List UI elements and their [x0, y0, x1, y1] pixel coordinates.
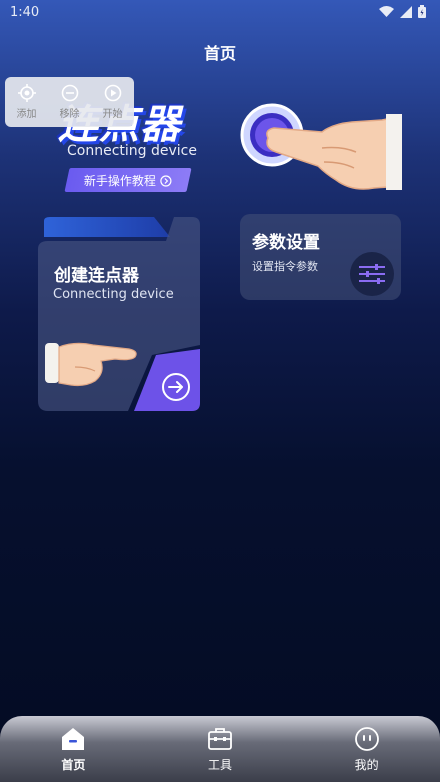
signal-icon: [400, 5, 412, 18]
status-time: 1:40: [10, 5, 40, 20]
settings-card-subtitle: 设置指令参数: [252, 260, 318, 273]
home-icon: [62, 727, 85, 750]
tool-label: 移除: [59, 109, 80, 120]
tutorial-label: 新手操作教程: [83, 173, 156, 188]
bottom-nav: 首页 工具 我的: [0, 716, 440, 782]
settings-card-title: 参数设置: [252, 233, 320, 253]
pointing-hand-icon: [266, 114, 402, 190]
chevron-right-circle-icon: [160, 174, 172, 186]
nav-item-home[interactable]: 首页: [33, 726, 113, 773]
arrow-right-circle-icon[interactable]: [160, 371, 192, 403]
tool-label: 添加: [16, 109, 37, 120]
page-title: 首页: [203, 44, 236, 63]
pointing-hand-icon: [45, 342, 137, 387]
nav-item-profile[interactable]: 我的: [327, 726, 407, 773]
profile-icon: [354, 726, 379, 751]
play-circle-icon: [104, 84, 121, 102]
nav-label: 工具: [207, 757, 232, 772]
hero-subtitle: Connecting device: [67, 143, 197, 159]
crosshair-icon: [17, 84, 36, 102]
create-card-subtitle: Connecting device: [53, 287, 174, 302]
tutorial-button[interactable]: 新手操作教程: [64, 168, 192, 192]
create-card-title: 创建连点器: [54, 266, 139, 286]
nav-label: 我的: [354, 757, 379, 772]
minus-circle-icon: [61, 84, 78, 102]
settings-card[interactable]: 参数设置 设置指令参数: [240, 214, 401, 300]
nav-item-tools[interactable]: 工具: [180, 726, 260, 773]
toolbox-icon: [208, 727, 232, 750]
tool-label: 开始: [102, 109, 123, 120]
add-point-button[interactable]: 添加: [7, 84, 47, 120]
remove-point-button[interactable]: 移除: [50, 84, 90, 120]
battery-icon: [418, 5, 426, 18]
status-bar: 1:40: [0, 0, 440, 26]
start-button[interactable]: 开始: [93, 84, 133, 120]
wifi-icon: [379, 5, 394, 17]
status-icons: [379, 5, 426, 18]
floating-toolbar: 添加 移除 开始: [5, 77, 134, 127]
sliders-icon: [350, 252, 394, 296]
create-clicker-card[interactable]: 创建连点器 Connecting device: [38, 213, 200, 411]
nav-label: 首页: [61, 757, 86, 772]
